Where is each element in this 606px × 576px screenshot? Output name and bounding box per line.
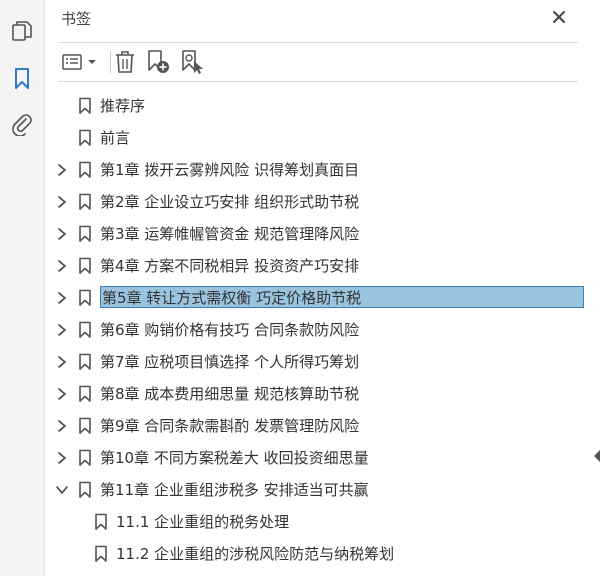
bookmark-from-selection-icon[interactable]	[178, 48, 206, 76]
bookmark-item[interactable]: 第2章 企业设立巧安排 组织形式助节税	[45, 186, 606, 218]
bookmarks-panel: 书签 推荐序 前言 第1章 拨开云雾辨风险 识得筹划真面目 第2章 企业设立巧安…	[45, 0, 606, 576]
chevron-right-icon[interactable]	[54, 354, 70, 370]
chevron-right-icon[interactable]	[54, 258, 70, 274]
bookmark-label: 第6章 购销价格有技巧 合同条款防风险	[100, 321, 360, 339]
delete-bookmark-icon[interactable]	[112, 48, 138, 76]
chevron-right-icon[interactable]	[54, 450, 70, 466]
bookmark-label: 第9章 合同条款需斟酌 发票管理防风险	[100, 417, 360, 435]
chevron-right-icon[interactable]	[54, 162, 70, 178]
panel-title: 书签	[61, 10, 92, 28]
collapse-panel-icon[interactable]	[592, 448, 602, 462]
bookmark-item[interactable]: 第4章 方案不同税相异 投资资产巧安排	[45, 250, 606, 282]
bookmark-child-item[interactable]: 11.1 企业重组的税务处理	[45, 506, 606, 538]
bookmark-item[interactable]: 第8章 成本费用细思量 规范核算助节税	[45, 378, 606, 410]
bookmark-item-icon	[78, 97, 92, 115]
bookmark-item-icon	[78, 161, 92, 179]
bookmark-item[interactable]: 第11章 企业重组涉税多 安排适当可共赢	[45, 474, 606, 506]
options-menu-icon[interactable]	[60, 48, 98, 76]
attachment-icon[interactable]	[7, 109, 37, 139]
bookmark-label: 推荐序	[100, 97, 146, 115]
navigation-rail	[0, 0, 45, 576]
bookmark-item-icon	[78, 289, 92, 307]
bookmark-item[interactable]: 第3章 运筹帷幄管资金 规范管理降风险	[45, 218, 606, 250]
bookmark-item-icon	[78, 417, 92, 435]
bookmark-item[interactable]: 第9章 合同条款需斟酌 发票管理防风险	[45, 410, 606, 442]
bookmark-label: 前言	[100, 129, 131, 147]
bookmark-label: 第2章 企业设立巧安排 组织形式助节税	[100, 193, 360, 211]
bookmark-item[interactable]: 第5章 转让方式需权衡 巧定价格助节税	[45, 282, 606, 314]
bookmark-toolbar	[58, 42, 578, 82]
bookmark-item-icon	[78, 257, 92, 275]
chevron-right-icon[interactable]	[54, 290, 70, 306]
chevron-right-icon[interactable]	[54, 226, 70, 242]
bookmark-label: 第4章 方案不同税相异 投资资产巧安排	[100, 257, 360, 275]
bookmark-item[interactable]: 推荐序	[45, 90, 606, 122]
chevron-right-icon[interactable]	[54, 194, 70, 210]
bookmark-label: 第7章 应税项目慎选择 个人所得巧筹划	[100, 353, 360, 371]
new-bookmark-icon[interactable]	[144, 48, 172, 76]
bookmark-label: 第3章 运筹帷幄管资金 规范管理降风险	[100, 225, 360, 243]
chevron-right-icon[interactable]	[54, 386, 70, 402]
bookmark-item-icon	[78, 385, 92, 403]
bookmark-item-icon	[78, 193, 92, 211]
pages-icon[interactable]	[7, 17, 37, 47]
bookmark-item[interactable]: 第10章 不同方案税差大 收回投资细思量	[45, 442, 606, 474]
bookmark-label: 11.1 企业重组的税务处理	[116, 513, 290, 531]
bookmark-label: 第8章 成本费用细思量 规范核算助节税	[100, 385, 360, 403]
bookmark-item-icon	[78, 353, 92, 371]
bookmark-label: 第10章 不同方案税差大 收回投资细思量	[100, 449, 369, 467]
bookmark-item[interactable]: 第7章 应税项目慎选择 个人所得巧筹划	[45, 346, 606, 378]
bookmark-label: 11.2 企业重组的涉税风险防范与纳税筹划	[116, 545, 395, 563]
bookmark-item[interactable]: 前言	[45, 122, 606, 154]
bookmark-label: 第11章 企业重组涉税多 安排适当可共赢	[100, 481, 369, 499]
bookmark-item[interactable]: 第6章 购销价格有技巧 合同条款防风险	[45, 314, 606, 346]
chevron-right-icon[interactable]	[54, 322, 70, 338]
chevron-right-icon[interactable]	[54, 418, 70, 434]
bookmark-item-icon	[94, 545, 108, 563]
bookmark-item[interactable]: 第1章 拨开云雾辨风险 识得筹划真面目	[45, 154, 606, 186]
close-icon[interactable]	[548, 6, 570, 28]
bookmark-item-icon	[78, 225, 92, 243]
bookmark-label: 第5章 转让方式需权衡 巧定价格助节税	[100, 286, 584, 308]
bookmark-item-icon	[78, 129, 92, 147]
toolbar-separator	[110, 51, 111, 73]
bookmark-item-icon	[78, 449, 92, 467]
bookmark-label: 第1章 拨开云雾辨风险 识得筹划真面目	[100, 161, 360, 179]
bookmark-child-item[interactable]: 11.2 企业重组的涉税风险防范与纳税筹划	[45, 538, 606, 570]
bookmark-item-icon	[78, 321, 92, 339]
bookmark-item-icon	[78, 481, 92, 499]
bookmark-icon[interactable]	[7, 64, 37, 94]
chevron-down-icon[interactable]	[54, 482, 70, 498]
bookmark-item-icon	[94, 513, 108, 531]
